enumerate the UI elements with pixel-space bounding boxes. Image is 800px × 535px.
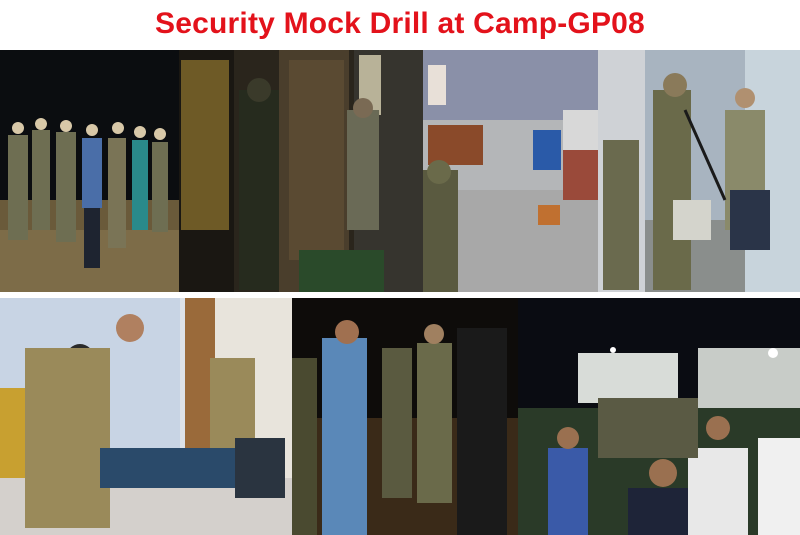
office-room-photo	[423, 50, 645, 292]
bedroom-scene-photo	[0, 298, 292, 535]
doorway-entry-photo	[179, 50, 423, 292]
night-lineup-photo	[0, 50, 179, 292]
page-title: Security Mock Drill at Camp-GP08	[155, 7, 645, 40]
night-briefing-photo	[292, 298, 518, 535]
camp-gathering-photo	[518, 298, 800, 535]
captive-scene-photo	[645, 50, 800, 292]
